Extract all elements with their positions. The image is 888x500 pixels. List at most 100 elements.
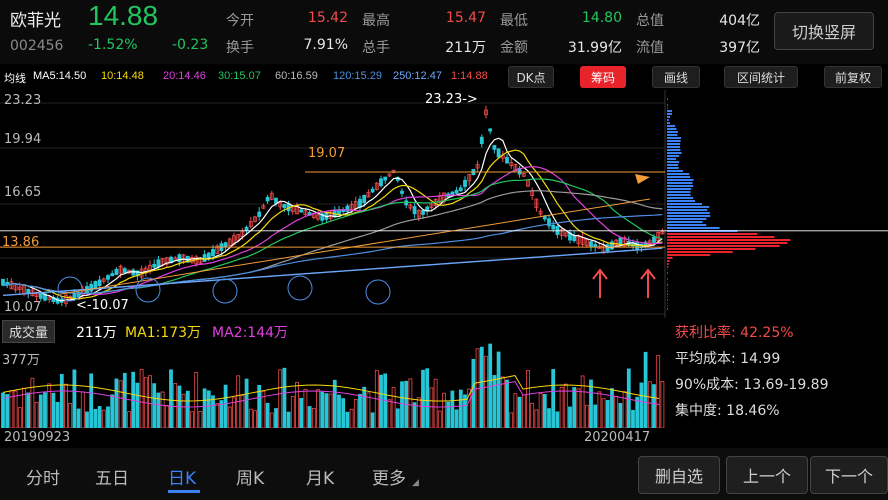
chip-bar bbox=[667, 149, 681, 151]
candle-body bbox=[593, 244, 598, 248]
total-volume-value: 211万 bbox=[445, 40, 486, 56]
volume-bar bbox=[542, 393, 547, 428]
volume-bar bbox=[223, 384, 228, 428]
ma20-value: 20:14.46 bbox=[163, 70, 206, 82]
volume-bar bbox=[353, 399, 358, 428]
chip-bar bbox=[667, 176, 691, 178]
ma-lines bbox=[2, 137, 663, 302]
volume-bar bbox=[484, 355, 488, 428]
remove-watchlist-button[interactable]: 删自选 bbox=[638, 456, 720, 494]
volume-bar bbox=[282, 367, 287, 428]
chip-button[interactable]: 筹码 bbox=[580, 66, 626, 88]
kline-svg[interactable] bbox=[0, 90, 888, 318]
volume-bar bbox=[601, 398, 606, 428]
volume-bar bbox=[324, 393, 329, 428]
volume-bar bbox=[366, 392, 371, 428]
dk-point-button[interactable]: DK点 bbox=[508, 66, 554, 88]
chip-bar bbox=[667, 308, 668, 310]
volume-bar bbox=[379, 374, 383, 428]
candle-body bbox=[265, 196, 270, 202]
ma10-value: 10:14.48 bbox=[101, 70, 144, 82]
chip-bar bbox=[667, 185, 694, 187]
volume-bar bbox=[26, 392, 31, 428]
candle-body bbox=[38, 292, 43, 299]
chip-bar bbox=[667, 236, 775, 238]
candle-body bbox=[177, 254, 182, 263]
tab-monthly-k[interactable]: 月K bbox=[306, 464, 334, 489]
chip-bar bbox=[667, 164, 679, 166]
volume-bar bbox=[38, 394, 43, 428]
chip-bar bbox=[667, 146, 681, 148]
candle-body bbox=[551, 224, 556, 230]
candle-body bbox=[26, 288, 31, 294]
tab-weekly-k[interactable]: 周K bbox=[236, 464, 264, 489]
candle-body bbox=[463, 180, 467, 187]
chip-bar bbox=[667, 305, 668, 307]
chip-bar bbox=[667, 125, 676, 127]
candle-body bbox=[412, 206, 417, 215]
candle-body bbox=[496, 148, 501, 158]
volume-chart[interactable] bbox=[0, 342, 665, 428]
chip-bar bbox=[667, 104, 668, 106]
ma30-line bbox=[2, 178, 663, 294]
price-change: -0.23 bbox=[172, 37, 209, 53]
tab-more[interactable]: 更多 bbox=[372, 464, 406, 489]
volume-bar bbox=[584, 404, 589, 428]
volume-bar bbox=[551, 369, 556, 428]
volume-bar bbox=[299, 397, 304, 428]
candle-body bbox=[244, 226, 249, 231]
volume-bar bbox=[59, 373, 64, 428]
chip-bar bbox=[667, 179, 694, 181]
volume-bar bbox=[93, 408, 98, 428]
candle-body bbox=[97, 279, 102, 287]
volume-bar bbox=[169, 369, 173, 428]
chip-bar bbox=[667, 155, 680, 157]
volume-bar bbox=[110, 394, 115, 428]
chip-bar bbox=[667, 140, 681, 142]
ma5-value: MA5:14.50 bbox=[33, 70, 87, 82]
volume-bar bbox=[47, 383, 52, 428]
trend-arrow-icon bbox=[635, 174, 650, 184]
volume-bar bbox=[433, 378, 438, 428]
tab-daily-k[interactable]: 日K bbox=[168, 464, 196, 489]
ma250-value: 250:12.47 bbox=[393, 70, 442, 82]
volume-bar bbox=[337, 394, 341, 428]
ma-label[interactable]: 均线 bbox=[4, 70, 26, 86]
volume-bar bbox=[454, 409, 459, 428]
volume-bar bbox=[660, 380, 665, 428]
volume-bar bbox=[173, 383, 178, 428]
chip-bar bbox=[667, 137, 682, 139]
chip-bar bbox=[667, 197, 694, 199]
ma120-value: 120:15.29 bbox=[333, 70, 382, 82]
chip-bar bbox=[667, 251, 733, 253]
tab-intraday[interactable]: 分时 bbox=[26, 464, 60, 489]
volume-bar bbox=[538, 393, 543, 428]
candle-body bbox=[505, 157, 509, 164]
candle-body bbox=[152, 264, 157, 268]
previous-stock-button[interactable]: 上一个 bbox=[726, 456, 808, 494]
chip-bar bbox=[667, 239, 791, 241]
chip-bar bbox=[667, 167, 679, 169]
candle-body bbox=[479, 136, 484, 145]
volume-ma1: MA1:173万 bbox=[125, 325, 202, 341]
volume-tab[interactable]: 成交量 bbox=[2, 320, 56, 343]
volume-bar bbox=[521, 394, 526, 428]
candle-body bbox=[206, 252, 211, 258]
volume-bar bbox=[509, 412, 514, 428]
volume-bar bbox=[505, 379, 509, 428]
float-cap-value: 397亿 bbox=[719, 40, 760, 56]
draw-line-button[interactable]: 画线 bbox=[652, 66, 700, 88]
kline-chart[interactable]: 23.23 19.94 16.65 13.86 10.07 23.23-> <-… bbox=[0, 90, 888, 318]
next-stock-button[interactable]: 下一个 bbox=[810, 456, 888, 494]
candle-body bbox=[492, 145, 497, 150]
candle-body bbox=[274, 197, 278, 204]
range-stats-button[interactable]: 区间统计 bbox=[724, 66, 798, 88]
y-label-2: 19.94 bbox=[4, 132, 42, 147]
ma5-line bbox=[2, 137, 663, 302]
volume-bar bbox=[425, 368, 430, 428]
tab-five-day[interactable]: 五日 bbox=[95, 464, 129, 489]
switch-portrait-button[interactable]: 切换竖屏 bbox=[774, 12, 874, 50]
chip-bar bbox=[667, 203, 702, 205]
dk-point-icon bbox=[212, 278, 238, 304]
adjust-button[interactable]: 前复权 bbox=[824, 66, 882, 88]
